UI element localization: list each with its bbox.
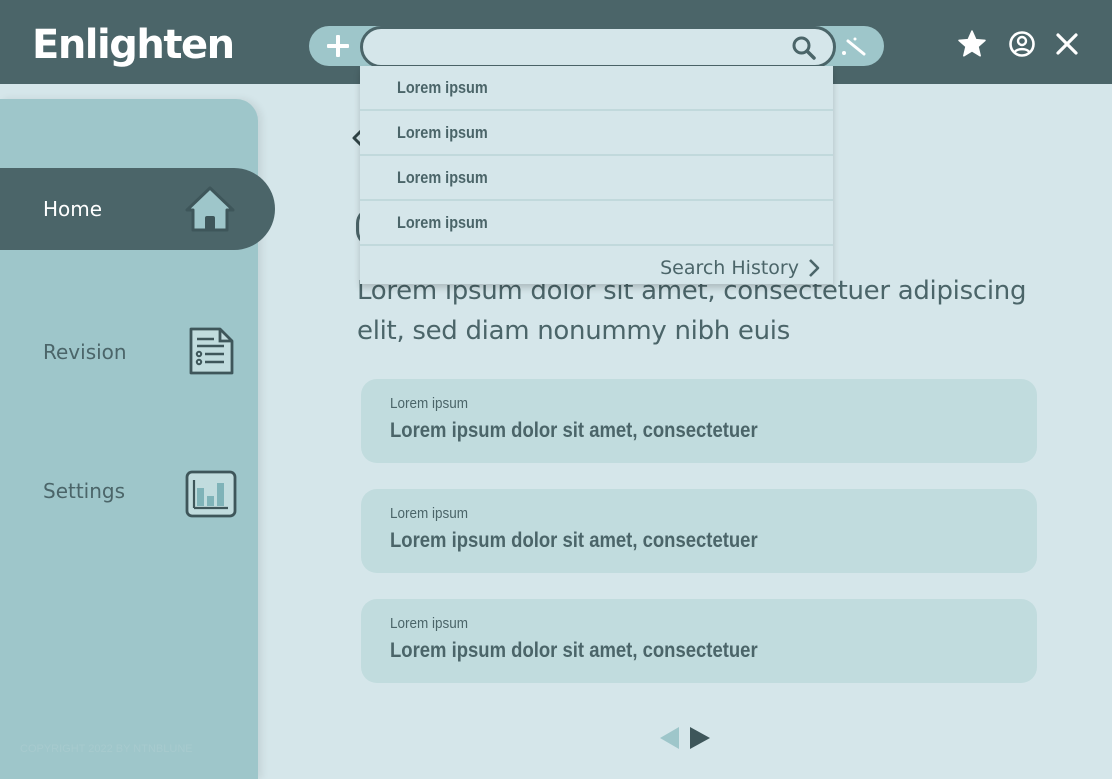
home-icon — [185, 186, 235, 232]
sidebar-item-settings[interactable]: Settings — [0, 450, 275, 532]
search-input[interactable] — [379, 33, 783, 63]
previous-page-button[interactable] — [657, 726, 681, 750]
card-kicker: Lorem ipsum — [390, 395, 469, 412]
search-suggestions-dropdown: Lorem ipsum Lorem ipsum Lorem ipsum Lore… — [360, 66, 833, 284]
suggestion-label: Lorem ipsum — [397, 167, 488, 187]
plus-icon — [327, 35, 349, 57]
next-page-button[interactable] — [689, 726, 713, 750]
close-icon — [1056, 33, 1078, 55]
sidebar-item-home[interactable]: Home — [0, 168, 275, 250]
suggestion-label: Lorem ipsum — [397, 77, 488, 97]
sidebar-item-revision[interactable]: Revision — [0, 311, 275, 393]
search-history-link[interactable]: Search History — [660, 256, 821, 280]
search-history-label: Search History — [660, 257, 799, 279]
copyright-notice: COPYRIGHT 2022 BY NTNBLUNE — [20, 743, 193, 755]
triangle-left-icon — [660, 727, 679, 749]
magic-wand-icon — [842, 37, 866, 56]
add-button[interactable] — [322, 30, 354, 62]
card-kicker: Lorem ipsum — [390, 505, 469, 522]
search-field[interactable] — [360, 26, 836, 68]
sidebar-item-label: Revision — [43, 340, 127, 364]
search-icon — [792, 36, 816, 60]
star-icon — [958, 30, 986, 57]
magic-tool-button[interactable] — [838, 30, 872, 62]
card-kicker: Lorem ipsum — [390, 615, 469, 632]
content-card[interactable]: Lorem ipsum Lorem ipsum dolor sit amet, … — [361, 379, 1037, 463]
suggestion-item[interactable]: Lorem ipsum — [360, 201, 833, 246]
suggestion-item[interactable]: Lorem ipsum — [360, 66, 833, 111]
favorites-button[interactable] — [956, 28, 988, 60]
suggestion-item[interactable]: Lorem ipsum — [360, 156, 833, 201]
user-circle-icon — [1009, 31, 1035, 57]
triangle-right-icon — [690, 727, 710, 749]
card-title: Lorem ipsum dolor sit amet, consectetuer — [390, 419, 758, 442]
chevron-right-icon — [809, 259, 820, 277]
suggestion-label: Lorem ipsum — [397, 122, 488, 142]
sidebar-item-label: Settings — [43, 479, 126, 503]
content-card[interactable]: Lorem ipsum Lorem ipsum dolor sit amet, … — [361, 489, 1037, 573]
close-button[interactable] — [1051, 28, 1083, 60]
bar-chart-icon — [185, 470, 237, 518]
content-card[interactable]: Lorem ipsum Lorem ipsum dolor sit amet, … — [361, 599, 1037, 683]
suggestion-item[interactable]: Lorem ipsum — [360, 111, 833, 156]
card-title: Lorem ipsum dolor sit amet, consectetuer — [390, 639, 758, 662]
sidebar-item-label: Home — [43, 197, 103, 221]
search-button[interactable] — [790, 34, 818, 62]
app-logo: Enlighten — [32, 22, 235, 68]
suggestion-label: Lorem ipsum — [397, 212, 488, 232]
card-title: Lorem ipsum dolor sit amet, consectetuer — [390, 529, 758, 552]
profile-button[interactable] — [1006, 28, 1038, 60]
document-list-icon — [189, 327, 234, 375]
